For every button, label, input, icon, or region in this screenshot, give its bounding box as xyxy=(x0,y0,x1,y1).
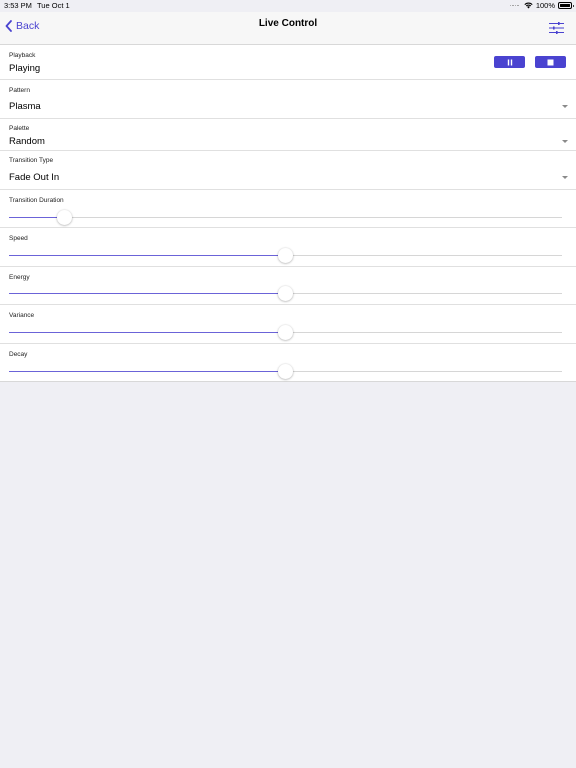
slider-track[interactable] xyxy=(9,210,562,225)
slider-thumb[interactable] xyxy=(278,325,293,340)
pause-icon xyxy=(507,59,512,65)
slider-row-variance: Variance xyxy=(0,305,576,344)
settings-button[interactable] xyxy=(548,21,565,35)
playback-value: Playing xyxy=(9,63,41,74)
slider-label: Speed xyxy=(9,235,28,242)
battery-icon xyxy=(558,2,574,9)
slider-label: Variance xyxy=(9,312,35,319)
status-time: 3:53 PM xyxy=(4,1,32,10)
palette-value: Random xyxy=(9,136,45,147)
slider-track[interactable] xyxy=(9,364,562,379)
slider-thumb[interactable] xyxy=(278,248,293,263)
playback-row: Playback Playing xyxy=(0,45,576,80)
transition-type-row[interactable]: Transition Type Fade Out In xyxy=(0,151,576,190)
slider-label: Transition Duration xyxy=(9,197,64,204)
stop-icon xyxy=(547,59,554,65)
slider-fill xyxy=(9,293,286,294)
slider-track[interactable] xyxy=(9,325,562,340)
cellular-signal-icon xyxy=(509,4,519,7)
pattern-value: Plasma xyxy=(9,101,41,112)
slider-row-speed: Speed xyxy=(0,228,576,267)
page-title: Live Control xyxy=(258,18,318,29)
pattern-dropdown-icon[interactable] xyxy=(562,105,568,108)
palette-row[interactable]: Palette Random xyxy=(0,119,576,151)
slider-track[interactable] xyxy=(9,248,562,263)
slider-thumb[interactable] xyxy=(278,364,293,379)
playback-label: Playback xyxy=(9,52,36,59)
wifi-icon xyxy=(524,2,533,9)
slider-fill xyxy=(9,255,286,256)
slider-thumb[interactable] xyxy=(278,286,293,301)
slider-fill xyxy=(9,332,286,333)
slider-label: Energy xyxy=(9,274,30,281)
palette-label: Palette xyxy=(9,125,30,132)
sliders-icon xyxy=(549,22,564,34)
slider-row-energy: Energy xyxy=(0,267,576,305)
transition-type-dropdown-icon[interactable] xyxy=(562,176,568,179)
settings-list: Playback Playing Pattern Plasma Palette … xyxy=(0,45,576,382)
slider-fill xyxy=(9,371,286,372)
transition-type-label: Transition Type xyxy=(9,157,54,164)
slider-track[interactable] xyxy=(9,286,562,301)
pause-button[interactable] xyxy=(494,56,525,68)
pattern-label: Pattern xyxy=(9,87,30,94)
status-date: Tue Oct 1 xyxy=(37,1,70,10)
slider-row-decay: Decay xyxy=(0,344,576,382)
status-bar: 3:53 PM Tue Oct 1 100% xyxy=(0,0,576,12)
navigation-bar: Back Live Control xyxy=(0,12,576,45)
pattern-row[interactable]: Pattern Plasma xyxy=(0,80,576,119)
palette-dropdown-icon[interactable] xyxy=(562,140,568,143)
transition-type-value: Fade Out In xyxy=(9,172,60,183)
slider-thumb[interactable] xyxy=(56,210,72,225)
battery-percent: 100% xyxy=(535,1,555,10)
stop-button[interactable] xyxy=(535,56,566,68)
slider-label: Decay xyxy=(9,351,28,358)
status-right: 100% xyxy=(509,1,574,10)
slider-row-transition-duration: Transition Duration xyxy=(0,190,576,228)
